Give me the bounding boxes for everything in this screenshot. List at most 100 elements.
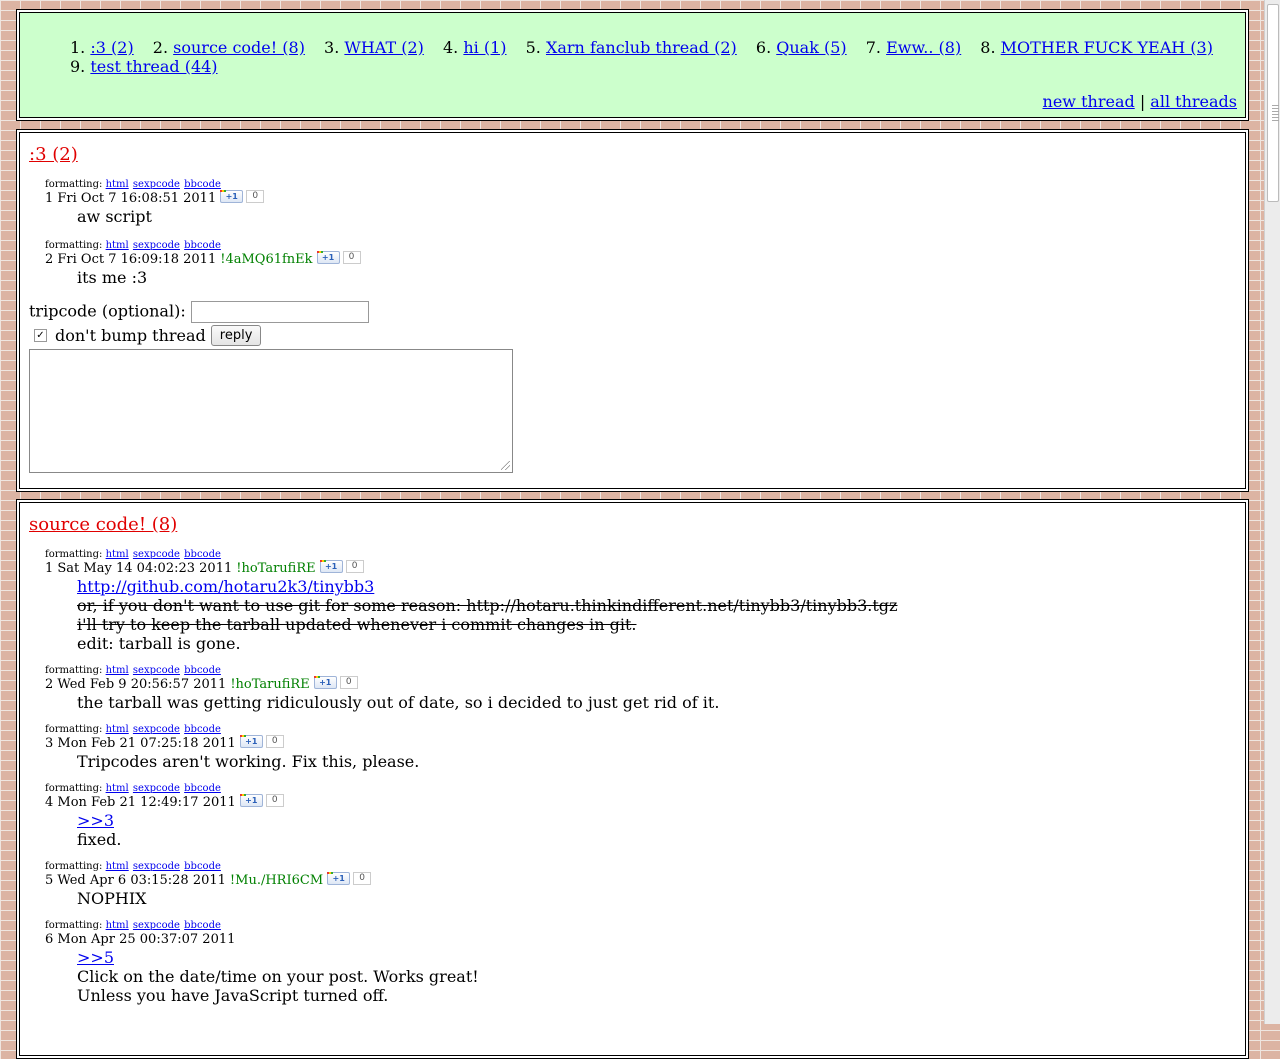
format-sexpcode-link[interactable]: sexpcode [133, 179, 180, 190]
thread-link-4[interactable]: hi (1) [463, 38, 506, 57]
tripcode-row: tripcode (optional): [29, 301, 1236, 323]
format-html-link[interactable]: html [106, 783, 129, 794]
thread-list-item: 7. Eww.. (8) [866, 38, 961, 57]
thread-link-1[interactable]: :3 (2) [90, 38, 133, 57]
thread-list-item: 3. WHAT (2) [324, 38, 424, 57]
thread-box: :3 (2) formatting: html sexpcode bbcode … [16, 129, 1249, 492]
format-bbcode-link[interactable]: bbcode [184, 783, 221, 794]
reply-button[interactable]: reply [210, 325, 262, 346]
format-html-link[interactable]: html [106, 549, 129, 560]
format-html-link[interactable]: html [106, 240, 129, 251]
thread-title[interactable]: source code! (8) [29, 514, 177, 535]
post: formatting: html sexpcode bbcode 2 Fri O… [45, 240, 1236, 287]
thread-title[interactable]: :3 (2) [29, 144, 78, 165]
plusone-count: 0 [265, 734, 284, 748]
format-sexpcode-link[interactable]: sexpcode [133, 783, 180, 794]
post-date[interactable]: 3 Mon Feb 21 07:25:18 2011 [45, 736, 236, 752]
thread-number: 8. [980, 38, 996, 57]
post-text: the tarball was getting ridiculously out… [77, 693, 720, 712]
post-date[interactable]: 1 Fri Oct 7 16:08:51 2011 [45, 191, 216, 207]
new-thread-link[interactable]: new thread [1043, 92, 1135, 111]
thread-list: 1. :3 (2) 2. source code! (8) 3. WHAT (2… [70, 38, 1230, 76]
tripcode: !hoTarufiRE [230, 677, 310, 692]
format-sexpcode-link[interactable]: sexpcode [133, 920, 180, 931]
thread-link-6[interactable]: Quak (5) [776, 38, 846, 57]
plusone-count: 0 [265, 793, 284, 807]
formatting-links: formatting: html sexpcode bbcode [45, 920, 1236, 932]
format-bbcode-link[interactable]: bbcode [184, 240, 221, 251]
plusone-button[interactable]: +1 [220, 189, 244, 203]
formatting-label: formatting: [45, 861, 103, 872]
thread-link-2[interactable]: source code! (8) [173, 38, 305, 57]
format-sexpcode-link[interactable]: sexpcode [133, 665, 180, 676]
post-url-link[interactable]: http://github.com/hotaru2k3/tinybb3 [77, 577, 374, 596]
plusone-button[interactable]: +1 [327, 871, 351, 885]
quote-link[interactable]: >>3 [77, 811, 114, 830]
plusone-button[interactable]: +1 [239, 734, 263, 748]
thread-inner: :3 (2) formatting: html sexpcode bbcode … [19, 132, 1246, 489]
thread-number: 6. [755, 38, 772, 57]
post-body: the tarball was getting ridiculously out… [77, 693, 1236, 712]
format-bbcode-link[interactable]: bbcode [184, 861, 221, 872]
thread-list-item: 2. source code! (8) [153, 38, 305, 57]
post-date[interactable]: 2 Wed Feb 9 20:56:57 2011 [45, 677, 226, 693]
scrollbar-thumb[interactable] [1267, 4, 1279, 202]
plusone-button[interactable]: +1 [316, 250, 340, 264]
formatting-links: formatting: html sexpcode bbcode [45, 240, 1236, 252]
tripcode-label: tripcode (optional): [29, 301, 186, 321]
tripcode-input[interactable] [190, 301, 369, 323]
format-bbcode-link[interactable]: bbcode [184, 549, 221, 560]
format-html-link[interactable]: html [106, 665, 129, 676]
vertical-scrollbar[interactable] [1264, 0, 1280, 1024]
thread-link-9[interactable]: test thread (44) [90, 57, 217, 76]
tripcode: !4aMQ61fnEk [220, 252, 313, 267]
plusone-count: 0 [345, 559, 364, 573]
format-sexpcode-link[interactable]: sexpcode [133, 861, 180, 872]
post-text: Click on the date/time on your post. Wor… [77, 967, 479, 986]
format-html-link[interactable]: html [106, 724, 129, 735]
format-html-link[interactable]: html [106, 179, 129, 190]
thread-list-item: 6. Quak (5) [756, 38, 847, 57]
post-date[interactable]: 5 Wed Apr 6 03:15:28 2011 [45, 873, 226, 889]
format-html-link[interactable]: html [106, 920, 129, 931]
plusone-button[interactable]: +1 [239, 793, 263, 807]
plusone-button[interactable]: +1 [313, 675, 337, 689]
thread-link-3[interactable]: WHAT (2) [344, 38, 424, 57]
format-sexpcode-link[interactable]: sexpcode [133, 724, 180, 735]
post-text: edit: tarball is gone. [77, 634, 241, 653]
scrollbar-grip-icon [1272, 105, 1279, 123]
tripcode: !Mu./HRI6CM [229, 873, 324, 888]
formatting-links: formatting: html sexpcode bbcode [45, 665, 1236, 677]
post-body: its me :3 [77, 268, 1236, 287]
post-date[interactable]: 4 Mon Feb 21 12:49:17 2011 [45, 795, 236, 811]
format-bbcode-link[interactable]: bbcode [184, 179, 221, 190]
thread-list-inner: 1. :3 (2) 2. source code! (8) 3. WHAT (2… [19, 12, 1246, 118]
reply-textarea[interactable] [29, 349, 513, 473]
thread-link-8[interactable]: MOTHER FUCK YEAH (3) [1001, 38, 1213, 57]
post-body: http://github.com/hotaru2k3/tinybb3 or, … [77, 577, 1236, 653]
post-text-strikethrough: or, if you don't want to use git for som… [77, 596, 898, 615]
post-header: 1 Fri Oct 7 16:08:51 2011 +1 0 [45, 189, 1236, 207]
format-bbcode-link[interactable]: bbcode [184, 920, 221, 931]
thread-link-7[interactable]: Eww.. (8) [886, 38, 961, 57]
post-date[interactable]: 2 Fri Oct 7 16:09:18 2011 [45, 252, 216, 268]
post-date[interactable]: 1 Sat May 14 04:02:23 2011 [45, 561, 232, 577]
format-sexpcode-link[interactable]: sexpcode [133, 549, 180, 560]
format-bbcode-link[interactable]: bbcode [184, 665, 221, 676]
all-threads-link[interactable]: all threads [1150, 92, 1237, 111]
format-html-link[interactable]: html [106, 861, 129, 872]
plusone-button[interactable]: +1 [319, 559, 343, 573]
thread-list-item: 1. :3 (2) [70, 38, 134, 57]
formatting-label: formatting: [45, 240, 103, 251]
post-date[interactable]: 6 Mon Apr 25 00:37:07 2011 [45, 932, 235, 948]
format-bbcode-link[interactable]: bbcode [184, 724, 221, 735]
dont-bump-checkbox[interactable]: ✓ [34, 329, 47, 342]
quote-link[interactable]: >>5 [77, 948, 114, 967]
format-sexpcode-link[interactable]: sexpcode [133, 240, 180, 251]
thread-list-item: 5. Xarn fanclub thread (2) [526, 38, 737, 57]
thread-number: 5. [525, 38, 541, 57]
post-text: Unless you have JavaScript turned off. [77, 986, 389, 1005]
thread-link-5[interactable]: Xarn fanclub thread (2) [546, 38, 737, 57]
formatting-label: formatting: [45, 920, 103, 931]
post-text: fixed. [77, 830, 122, 849]
